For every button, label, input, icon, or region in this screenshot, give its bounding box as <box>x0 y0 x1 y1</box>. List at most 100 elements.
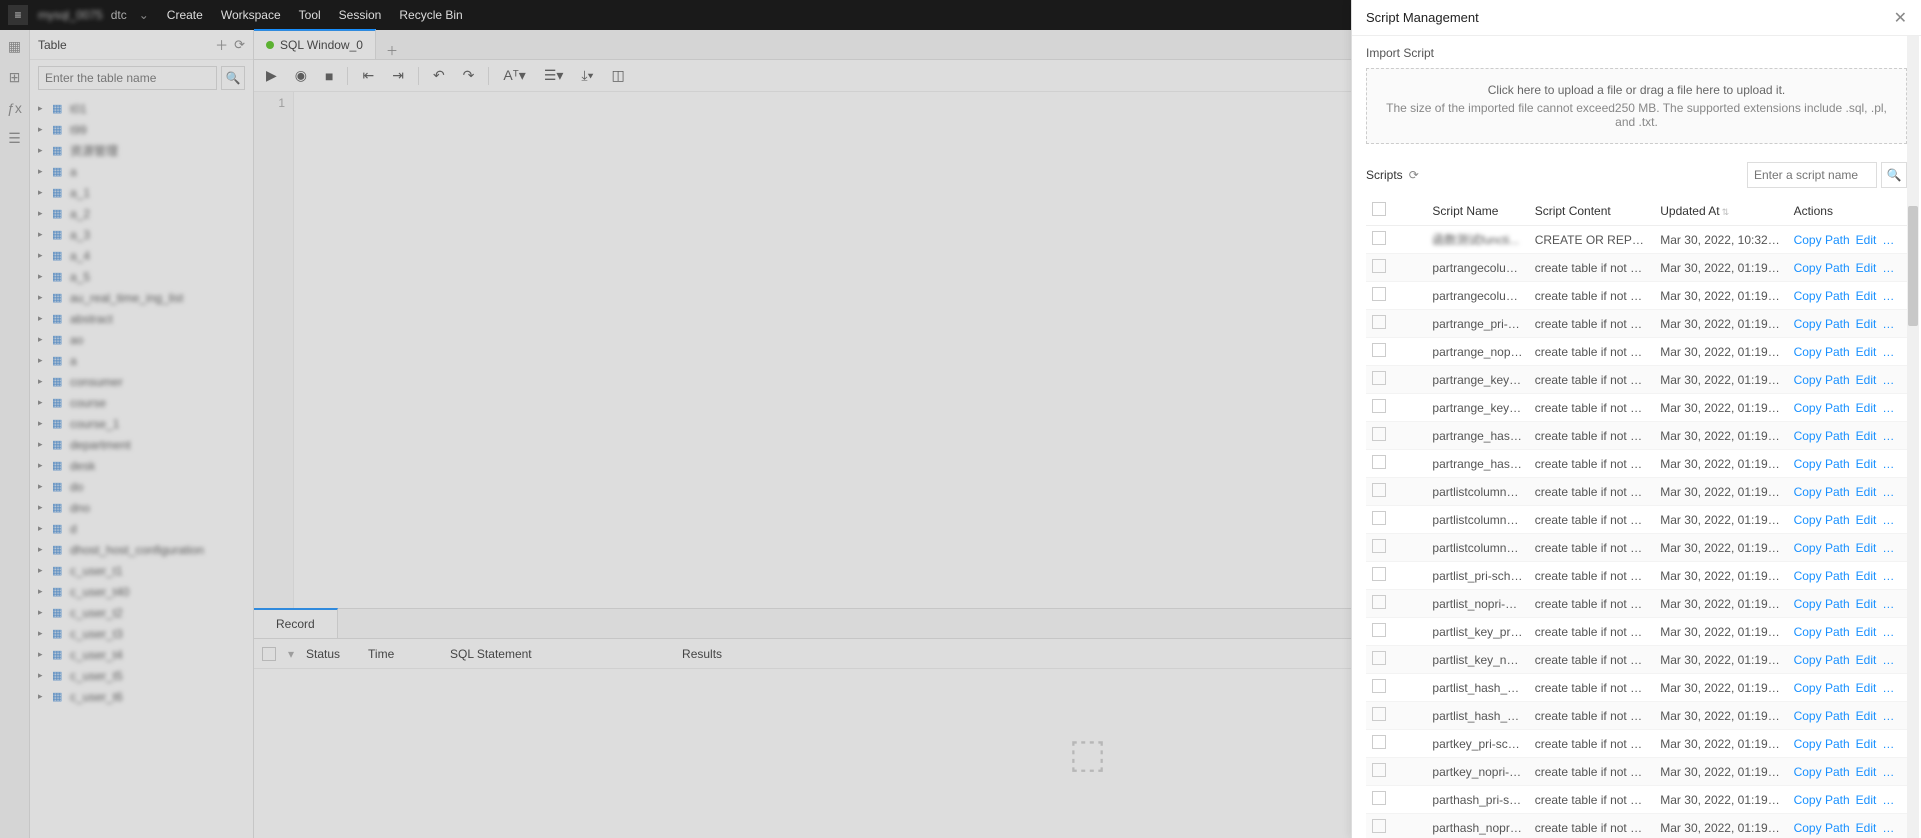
records-select-all[interactable] <box>262 647 276 661</box>
table-item[interactable]: ▸c_user_t5 <box>30 665 253 686</box>
row-checkbox[interactable] <box>1372 399 1386 413</box>
script-row[interactable]: partrangecolumn...create table if not ex… <box>1366 282 1907 310</box>
copy-path-link[interactable]: Copy Path <box>1794 513 1850 527</box>
copy-path-link[interactable]: Copy Path <box>1794 289 1850 303</box>
table-item[interactable]: ▸t01 <box>30 98 253 119</box>
edit-link[interactable]: Edit <box>1856 597 1877 611</box>
row-checkbox[interactable] <box>1372 371 1386 385</box>
table-item[interactable]: ▸c_user_t3 <box>30 623 253 644</box>
edit-link[interactable]: Edit <box>1856 457 1877 471</box>
row-checkbox[interactable] <box>1372 763 1386 777</box>
more-actions-icon[interactable]: … <box>1882 261 1894 275</box>
more-actions-icon[interactable]: … <box>1882 345 1894 359</box>
edit-link[interactable]: Edit <box>1856 625 1877 639</box>
rail-sql-icon[interactable]: ⊞ <box>9 69 21 86</box>
edit-link[interactable]: Edit <box>1856 541 1877 555</box>
table-item[interactable]: ▸t99 <box>30 119 253 140</box>
edit-link[interactable]: Edit <box>1856 317 1877 331</box>
menu-recycle-bin[interactable]: Recycle Bin <box>399 8 462 22</box>
script-row[interactable]: partrange_hash_p...create table if not e… <box>1366 422 1907 450</box>
format-icon[interactable]: Aᵀ▾ <box>499 65 529 86</box>
copy-path-link[interactable]: Copy Path <box>1794 401 1850 415</box>
row-checkbox[interactable] <box>1372 735 1386 749</box>
more-actions-icon[interactable]: … <box>1882 289 1894 303</box>
table-item[interactable]: ▸a_2 <box>30 203 253 224</box>
script-search-input[interactable] <box>1747 162 1877 188</box>
row-checkbox[interactable] <box>1372 539 1386 553</box>
layout-icon[interactable]: ◫ <box>607 65 628 86</box>
col-script-name[interactable]: Script Name <box>1426 196 1528 226</box>
row-checkbox[interactable] <box>1372 231 1386 245</box>
copy-path-link[interactable]: Copy Path <box>1794 709 1850 723</box>
script-row[interactable]: partrange_pri-sch...create table if not … <box>1366 310 1907 338</box>
table-item[interactable]: ▸c_user_t1 <box>30 560 253 581</box>
copy-path-link[interactable]: Copy Path <box>1794 765 1850 779</box>
script-row[interactable]: partlistcolumns_n...create table if not … <box>1366 534 1907 562</box>
more-actions-icon[interactable]: … <box>1882 793 1894 807</box>
more-actions-icon[interactable]: … <box>1882 401 1894 415</box>
more-actions-icon[interactable]: … <box>1882 625 1894 639</box>
table-item[interactable]: ▸dhost_host_configuration <box>30 539 253 560</box>
table-item[interactable]: ▸a_1 <box>30 182 253 203</box>
menu-create[interactable]: Create <box>167 8 203 22</box>
edit-link[interactable]: Edit <box>1856 793 1877 807</box>
table-item[interactable]: ▸desk <box>30 455 253 476</box>
script-row[interactable]: partkey_nopri-sc...create table if not e… <box>1366 758 1907 786</box>
edit-link[interactable]: Edit <box>1856 821 1877 835</box>
rail-fn-icon[interactable]: ƒx <box>7 100 22 116</box>
table-item[interactable]: ▸c_user_t6 <box>30 686 253 707</box>
panel-scrollbar[interactable] <box>1907 36 1919 838</box>
edit-link[interactable]: Edit <box>1856 737 1877 751</box>
table-item[interactable]: ▸a_5 <box>30 266 253 287</box>
edit-link[interactable]: Edit <box>1856 569 1877 583</box>
row-checkbox[interactable] <box>1372 679 1386 693</box>
undo-icon[interactable]: ↶ <box>429 65 449 86</box>
rail-table-icon[interactable]: ▦ <box>8 38 21 55</box>
edit-link[interactable]: Edit <box>1856 233 1877 247</box>
row-checkbox[interactable] <box>1372 259 1386 273</box>
col-script-content[interactable]: Script Content <box>1529 196 1655 226</box>
script-row[interactable]: partrange_key_no...create table if not e… <box>1366 394 1907 422</box>
row-checkbox[interactable] <box>1372 343 1386 357</box>
row-checkbox[interactable] <box>1372 567 1386 581</box>
more-actions-icon[interactable]: … <box>1882 569 1894 583</box>
more-actions-icon[interactable]: … <box>1882 765 1894 779</box>
menu-tool[interactable]: Tool <box>299 8 321 22</box>
script-row[interactable]: partlist_nopri-sch...create table if not… <box>1366 590 1907 618</box>
script-row[interactable]: partlistcolumns_p...create table if not … <box>1366 506 1907 534</box>
more-actions-icon[interactable]: … <box>1882 653 1894 667</box>
table-item[interactable]: ▸dno <box>30 497 253 518</box>
export-icon[interactable]: ⤓▾ <box>577 65 597 86</box>
edit-link[interactable]: Edit <box>1856 653 1877 667</box>
table-item[interactable]: ▸c_user_t40 <box>30 581 253 602</box>
copy-path-link[interactable]: Copy Path <box>1794 821 1850 835</box>
more-actions-icon[interactable]: … <box>1882 681 1894 695</box>
row-checkbox[interactable] <box>1372 483 1386 497</box>
script-row[interactable]: partlist_hash_pri-...create table if not… <box>1366 674 1907 702</box>
copy-path-link[interactable]: Copy Path <box>1794 317 1850 331</box>
row-checkbox[interactable] <box>1372 511 1386 525</box>
copy-path-link[interactable]: Copy Path <box>1794 373 1850 387</box>
search-icon[interactable]: 🔍 <box>221 66 245 90</box>
script-row[interactable]: partkey_pri-sche...create table if not e… <box>1366 730 1907 758</box>
more-actions-icon[interactable]: … <box>1882 541 1894 555</box>
more-actions-icon[interactable]: … <box>1882 233 1894 247</box>
edit-link[interactable]: Edit <box>1856 513 1877 527</box>
table-item[interactable]: ▸c_user_t2 <box>30 602 253 623</box>
more-actions-icon[interactable]: … <box>1882 317 1894 331</box>
copy-path-link[interactable]: Copy Path <box>1794 569 1850 583</box>
edit-link[interactable]: Edit <box>1856 429 1877 443</box>
tab-sql-window[interactable]: SQL Window_0 <box>254 29 376 59</box>
script-row[interactable]: parthash_pri-sch...create table if not e… <box>1366 786 1907 814</box>
script-row[interactable]: partlist_hash_nop...create table if not … <box>1366 702 1907 730</box>
more-actions-icon[interactable]: … <box>1882 373 1894 387</box>
script-row[interactable]: partlist_key_nopri...create table if not… <box>1366 646 1907 674</box>
table-item[interactable]: ▸course <box>30 392 253 413</box>
refresh-icon[interactable]: ⟳ <box>234 37 245 53</box>
more-actions-icon[interactable]: … <box>1882 597 1894 611</box>
new-tab-icon[interactable]: ＋ <box>376 42 408 59</box>
edit-link[interactable]: Edit <box>1856 261 1877 275</box>
edit-link[interactable]: Edit <box>1856 765 1877 779</box>
table-item[interactable]: ▸ao <box>30 329 253 350</box>
row-checkbox[interactable] <box>1372 315 1386 329</box>
